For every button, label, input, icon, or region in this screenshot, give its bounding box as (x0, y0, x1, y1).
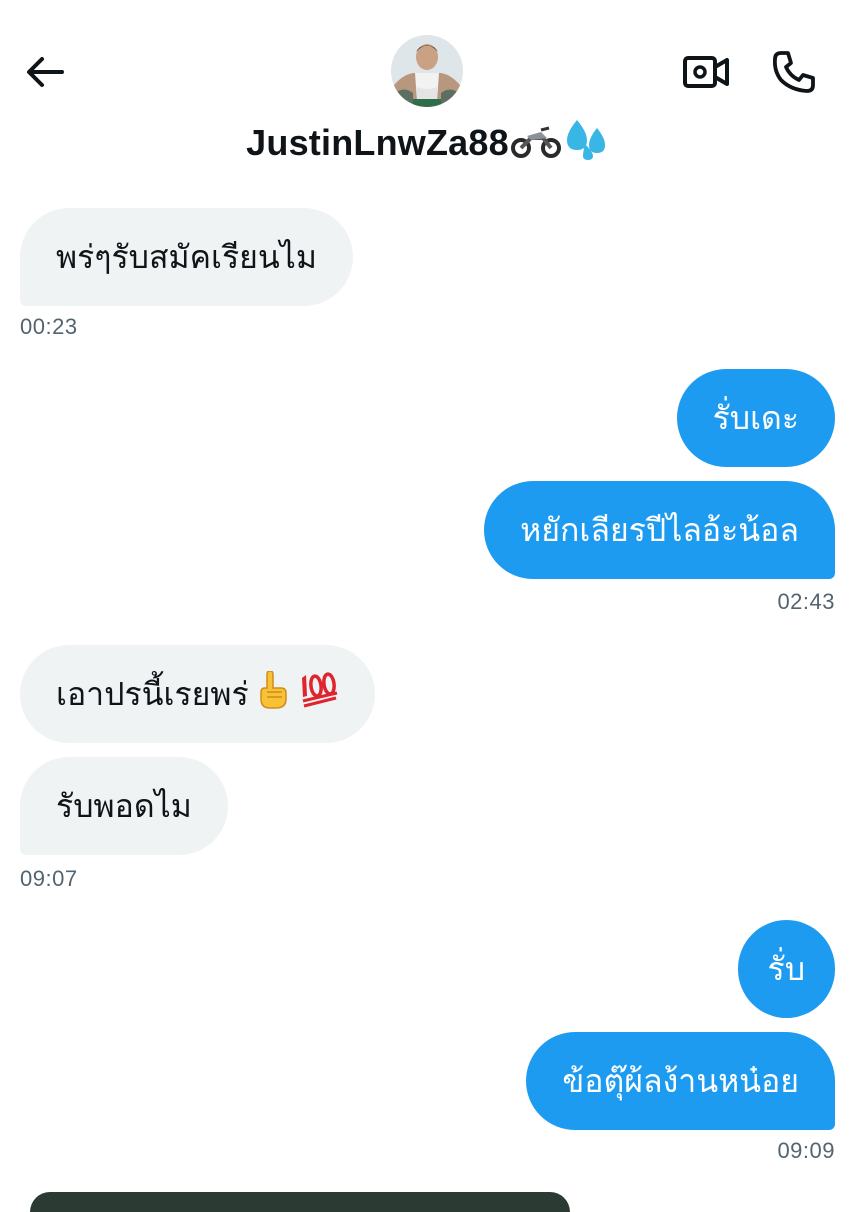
media-preview-edge[interactable] (30, 1192, 570, 1212)
video-call-button[interactable] (680, 48, 732, 96)
incoming-message-bubble[interactable]: พร่ๆรับสมัคเรียนไม (20, 208, 353, 306)
pointing-up-emoji (255, 670, 289, 717)
outgoing-message-bubble[interactable]: ข้อตุ๊ผ้ลง้านหน๋อย (526, 1032, 835, 1130)
hundred-points-emoji (299, 672, 339, 716)
message-text: พร่ๆรับสมัคเรียนไม (56, 237, 317, 276)
sweat-droplets-emoji (563, 118, 609, 173)
phone-icon (772, 51, 815, 93)
contact-name-text: JustinLnwZa88 (246, 122, 509, 164)
message-text: รับพอดไม (56, 786, 192, 825)
video-call-icon (683, 56, 729, 88)
outgoing-message-bubble[interactable]: หยักเลียรปีไลอ้ะน้อล (484, 481, 835, 579)
message-text: รั่บเดะ (712, 398, 799, 437)
message-timestamp: 02:43 (777, 589, 835, 614)
message-timestamp: 09:07 (20, 866, 78, 891)
message-text: เอาปรนี้เรยพร่ (56, 674, 249, 713)
message-text: หยักเลียรปีไลอ้ะน้อล (520, 510, 799, 549)
outgoing-message-bubble[interactable]: รั่บ (737, 920, 835, 1018)
outgoing-message-bubble[interactable]: รั่บเดะ (676, 369, 835, 467)
message-timestamp: 09:09 (777, 1138, 835, 1163)
message-timestamp: 00:23 (20, 314, 78, 339)
motorcycle-emoji (510, 121, 561, 171)
back-button[interactable] (20, 48, 68, 96)
incoming-message-bubble[interactable]: รับพอดไม (20, 757, 228, 855)
conversation-header: JustinLnwZa88 (0, 0, 855, 195)
contact-avatar[interactable] (391, 35, 463, 107)
avatar-image (391, 35, 463, 107)
incoming-message-bubble[interactable]: เอาปรนี้เรยพร่ (20, 645, 375, 743)
message-text: ข้อตุ๊ผ้ลง้านหน๋อย (562, 1061, 799, 1100)
phone-call-button[interactable] (768, 46, 820, 98)
back-arrow-icon (27, 57, 64, 87)
message-text: รั่บ (767, 949, 806, 988)
contact-name[interactable]: JustinLnwZa88 (0, 118, 855, 173)
